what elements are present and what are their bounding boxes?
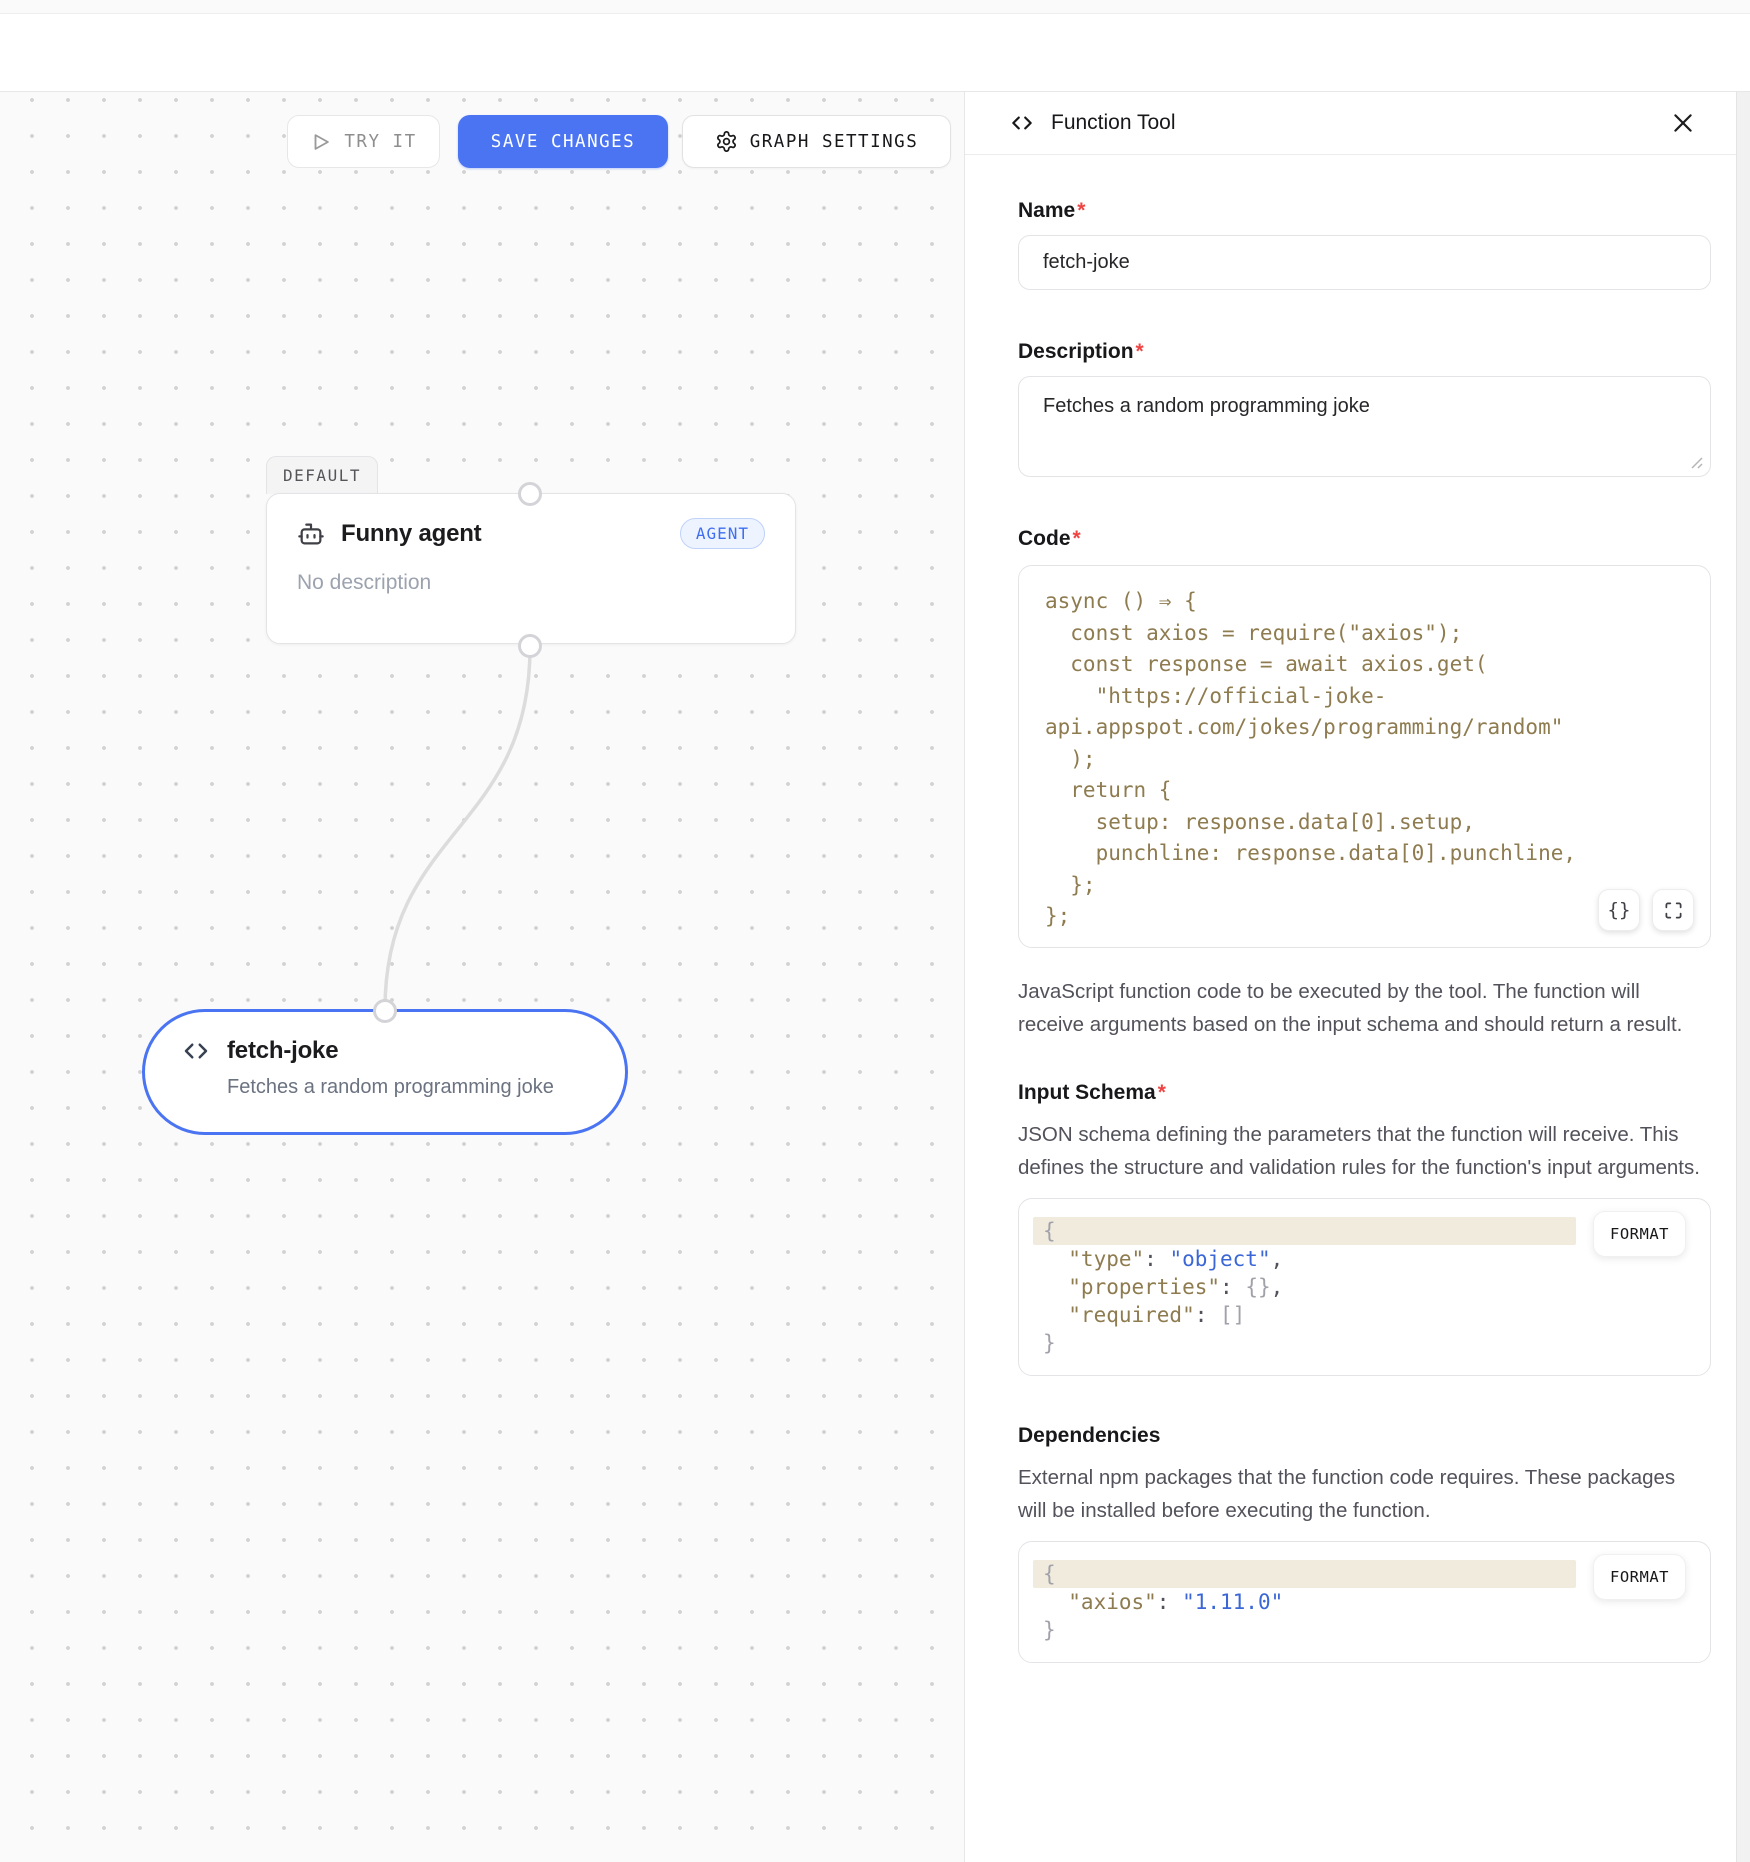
save-changes-button[interactable]: SAVE CHANGES	[458, 115, 668, 168]
name-input[interactable]	[1018, 235, 1711, 290]
required-asterisk: *	[1158, 1081, 1166, 1104]
panel-header: Function Tool	[965, 92, 1750, 155]
resize-handle[interactable]	[1689, 455, 1703, 469]
try-it-button[interactable]: TRY IT	[287, 115, 440, 168]
robot-icon	[297, 520, 325, 548]
expand-icon	[1664, 901, 1683, 920]
format-dependencies-button[interactable]: FORMAT	[1593, 1554, 1686, 1600]
group-tab-label: DEFAULT	[283, 466, 361, 485]
dependencies-help-text: External npm packages that the function …	[1018, 1462, 1703, 1527]
code-editor[interactable]: async () ⇒ { const axios = require("axio…	[1018, 565, 1711, 948]
top-bar	[0, 14, 1750, 92]
panel-scrollbar[interactable]	[1736, 92, 1750, 1862]
edge-agent-to-tool	[0, 92, 964, 1862]
save-changes-label: SAVE CHANGES	[491, 132, 635, 152]
graph-canvas[interactable]: TRY IT SAVE CHANGES GRAPH SETTINGS DEFAU…	[0, 92, 964, 1862]
panel-body: Name* Description* Fetches a random prog…	[965, 155, 1750, 1703]
code-label: Code*	[1018, 527, 1711, 551]
close-icon	[1670, 110, 1696, 136]
input-schema-label: Input Schema*	[1018, 1081, 1711, 1105]
graph-settings-label: GRAPH SETTINGS	[750, 132, 919, 152]
input-schema-help-text: JSON schema defining the parameters that…	[1018, 1119, 1703, 1184]
dependencies-editor[interactable]: FORMAT { "axios": "1.11.0"}	[1018, 1541, 1711, 1663]
panel-title: Function Tool	[1051, 111, 1176, 135]
code-icon	[181, 1036, 211, 1066]
code-help-text: JavaScript function code to be executed …	[1018, 976, 1703, 1041]
braces-icon: {}	[1608, 899, 1631, 921]
name-label: Name*	[1018, 199, 1711, 223]
tool-node-fetch-joke[interactable]: fetch-joke Fetches a random programming …	[142, 1009, 628, 1135]
tool-node-description: Fetches a random programming joke	[227, 1076, 595, 1099]
agent-node-title: Funny agent	[341, 520, 481, 548]
tool-node-title: fetch-joke	[227, 1037, 338, 1065]
format-schema-button[interactable]: FORMAT	[1593, 1211, 1686, 1257]
agent-node-description: No description	[297, 571, 765, 595]
graph-settings-button[interactable]: GRAPH SETTINGS	[682, 115, 951, 168]
close-panel-button[interactable]	[1666, 106, 1700, 140]
description-label: Description*	[1018, 340, 1711, 364]
agent-node-output-handle[interactable]	[518, 634, 542, 658]
description-textarea[interactable]: Fetches a random programming joke	[1018, 376, 1711, 477]
expand-editor-button[interactable]	[1652, 889, 1694, 931]
required-asterisk: *	[1077, 199, 1085, 222]
input-schema-editor[interactable]: FORMAT { "type": "object", "properties":…	[1018, 1198, 1711, 1376]
code-editor-content[interactable]: async () ⇒ { const axios = require("axio…	[1045, 586, 1684, 933]
required-asterisk: *	[1073, 527, 1081, 550]
dependencies-label: Dependencies	[1018, 1424, 1711, 1448]
agent-type-badge: AGENT	[680, 518, 765, 549]
code-icon	[1009, 110, 1035, 136]
format-code-button[interactable]: {}	[1598, 889, 1640, 931]
function-tool-panel: Function Tool Name* Description* Fetches…	[964, 92, 1750, 1862]
agent-node-input-handle[interactable]	[518, 482, 542, 506]
gear-icon	[715, 130, 738, 153]
required-asterisk: *	[1136, 340, 1144, 363]
agent-node-funny-agent[interactable]: Funny agent AGENT No description	[266, 493, 796, 644]
canvas-toolbar: TRY IT SAVE CHANGES GRAPH SETTINGS	[0, 115, 964, 168]
window-top-strip	[0, 0, 1750, 14]
play-icon	[310, 131, 332, 153]
tool-node-input-handle[interactable]	[373, 999, 397, 1023]
group-tab-default: DEFAULT	[266, 456, 378, 494]
try-it-label: TRY IT	[344, 132, 416, 152]
